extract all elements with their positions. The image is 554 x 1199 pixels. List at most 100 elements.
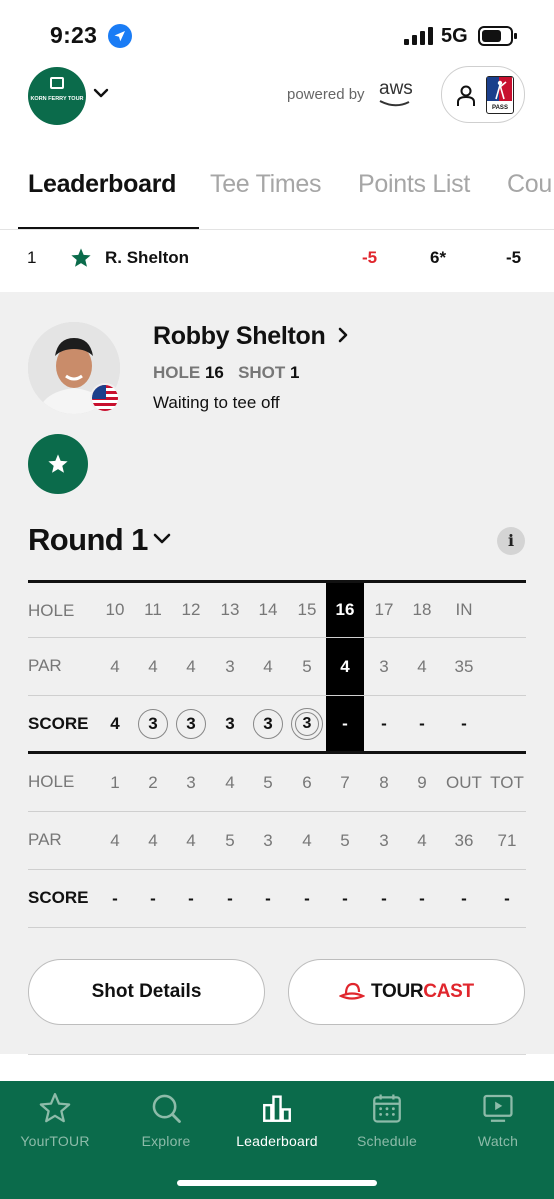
par-in-total: 35 xyxy=(454,656,474,676)
score-empty: - xyxy=(342,888,348,908)
player-short-name: R. Shelton xyxy=(105,248,190,267)
hole-number: 9 xyxy=(417,772,427,792)
powered-by-label: powered by xyxy=(287,86,365,103)
score-empty: - xyxy=(419,713,425,733)
par-row-label: PAR xyxy=(28,830,62,849)
tour-logo-mark xyxy=(50,77,64,89)
par-value: 3 xyxy=(263,830,273,850)
hole-row-label: HOLE xyxy=(28,601,75,620)
person-icon xyxy=(457,85,475,106)
chevron-down-icon[interactable] xyxy=(152,530,172,546)
tour-pass-button[interactable]: PASS xyxy=(441,66,525,123)
scorecard-par-row-front: PAR 4 4 4 5 3 4 5 3 4 36 71 xyxy=(28,812,526,870)
score-par: 3 xyxy=(225,713,235,733)
score-out-total: - xyxy=(461,888,467,908)
nav-label-schedule: Schedule xyxy=(357,1133,417,1149)
score-row-label: SCORE xyxy=(28,714,89,733)
score-empty: - xyxy=(304,888,310,908)
nav-label-yourtour: YourTOUR xyxy=(20,1133,90,1149)
par-value: 4 xyxy=(148,656,158,676)
scorecard-par-row-back: PAR 4 4 4 3 4 5 4 3 4 35 xyxy=(28,638,526,696)
score-grand-total: - xyxy=(504,888,510,908)
birdie-circle: 3 xyxy=(176,708,206,739)
tab-course[interactable]: Cou xyxy=(507,170,552,199)
nav-item-schedule[interactable]: Schedule xyxy=(332,1091,442,1149)
chevron-down-icon[interactable] xyxy=(92,84,110,102)
favorite-star-icon[interactable] xyxy=(70,247,92,269)
hole-number: 5 xyxy=(263,772,273,792)
score-empty: - xyxy=(265,888,271,908)
golfer-silhouette-icon xyxy=(487,77,512,101)
score-empty: - xyxy=(150,888,156,908)
hole-number: 15 xyxy=(297,600,317,619)
tourcast-label: TOURCAST xyxy=(371,960,474,1023)
score-empty: - xyxy=(227,888,233,908)
leaderboard-player-row[interactable]: 1 R. Shelton -5 6* -5 xyxy=(0,231,554,291)
round-selector[interactable]: Round 1 xyxy=(28,522,148,558)
tourcast-hat-icon xyxy=(339,982,365,1000)
score-empty: - xyxy=(381,888,387,908)
leaderboard-tabs: Leaderboard Tee Times Points List Cou xyxy=(0,150,554,230)
hole-number: 3 xyxy=(186,772,196,792)
pass-label: PASS xyxy=(492,105,508,111)
hole-number: 10 xyxy=(105,600,125,619)
hole-row-label: HOLE xyxy=(28,772,75,791)
shot-details-button[interactable]: Shot Details xyxy=(28,959,265,1025)
nav-item-yourtour[interactable]: YourTOUR xyxy=(0,1091,110,1149)
in-total-label: IN xyxy=(455,600,473,619)
aws-logo-text: aws xyxy=(379,78,413,99)
nav-item-explore[interactable]: Explore xyxy=(111,1091,221,1149)
player-full-name[interactable]: Robby Shelton xyxy=(153,322,350,351)
par-value: 4 xyxy=(417,656,427,676)
hole-number: 4 xyxy=(225,772,235,792)
tour-logo[interactable]: KORN FERRY TOUR xyxy=(28,67,86,125)
hole-number: 13 xyxy=(220,600,240,619)
tourcast-label-tour: TOUR xyxy=(371,981,424,1002)
leaderboard-icon xyxy=(263,1095,291,1122)
eagle-double-circle: 3 xyxy=(291,707,323,740)
hole-number: 1 xyxy=(110,772,120,792)
par-value: 4 xyxy=(186,830,196,850)
hole-number: 14 xyxy=(258,600,278,619)
player-position: 1 xyxy=(27,248,37,267)
favorite-button[interactable] xyxy=(28,434,88,494)
score-empty: - xyxy=(419,888,425,908)
aws-logo: aws xyxy=(379,78,413,107)
home-indicator[interactable] xyxy=(177,1180,377,1186)
chevron-right-icon xyxy=(338,328,348,343)
birdie-circle: 3 xyxy=(138,708,168,739)
hole-number: 6 xyxy=(302,772,312,792)
battery-icon xyxy=(478,26,517,46)
hole-number: 2 xyxy=(148,772,158,792)
par-value: 4 xyxy=(417,830,427,850)
scorecard: HOLE 10 11 12 13 14 15 16 17 18 IN PAR 4… xyxy=(28,580,526,928)
score-par: 4 xyxy=(110,713,120,733)
hole-shot-info: HOLE 16 SHOT 1 xyxy=(153,363,300,383)
nav-item-leaderboard[interactable]: Leaderboard xyxy=(222,1091,332,1149)
grand-total-label: TOT xyxy=(490,772,524,792)
star-outline-icon xyxy=(39,1092,71,1123)
par-value: 3 xyxy=(379,830,389,850)
nav-label-explore: Explore xyxy=(141,1133,191,1149)
nav-item-watch[interactable]: Watch xyxy=(443,1091,553,1149)
score-birdie: 3 xyxy=(249,696,287,751)
tourcast-button[interactable]: TOURCAST xyxy=(288,959,525,1025)
par-value: 5 xyxy=(225,830,235,850)
tab-points-list[interactable]: Points List xyxy=(358,170,470,199)
tab-tee-times[interactable]: Tee Times xyxy=(210,170,322,199)
par-value: 4 xyxy=(263,656,273,676)
nav-label-watch: Watch xyxy=(477,1133,519,1149)
hole-number: 17 xyxy=(374,600,394,619)
star-icon xyxy=(48,454,68,473)
panel-divider xyxy=(28,1054,526,1055)
par-value: 4 xyxy=(110,656,120,676)
score-empty: - xyxy=(112,888,118,908)
player-to-par: -5 xyxy=(362,248,378,267)
tab-leaderboard[interactable]: Leaderboard xyxy=(28,170,176,199)
score-empty: - xyxy=(381,713,387,733)
calendar-icon xyxy=(373,1094,401,1123)
current-hole-number: 16 xyxy=(326,583,364,637)
aws-smile-icon xyxy=(379,100,410,107)
info-icon[interactable]: i xyxy=(497,527,525,555)
pass-badge-icon: PASS xyxy=(486,76,514,114)
